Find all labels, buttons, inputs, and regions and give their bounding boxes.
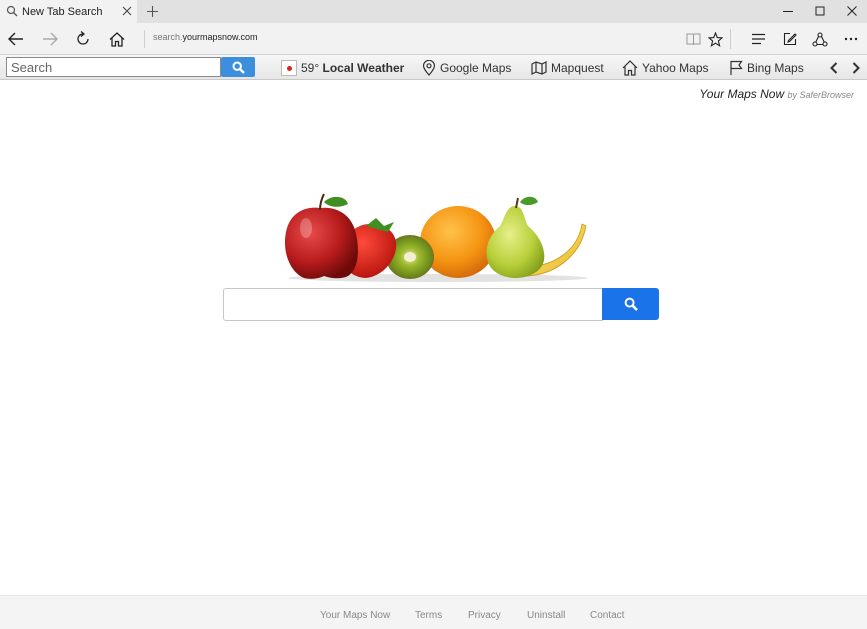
bing-maps-label: Bing Maps: [747, 61, 804, 75]
main-search-button[interactable]: [602, 288, 659, 320]
footer-link-your-maps-now[interactable]: Your Maps Now: [320, 610, 390, 621]
address-separator: [144, 30, 145, 48]
google-maps-link[interactable]: Google Maps: [422, 58, 511, 78]
back-icon[interactable]: [6, 29, 26, 49]
chevron-left-icon[interactable]: [827, 60, 841, 76]
refresh-icon[interactable]: [73, 29, 93, 49]
address-bar[interactable]: search.yourmapsnow.com: [153, 32, 258, 42]
share-icon[interactable]: [810, 29, 830, 49]
close-tab-icon[interactable]: [120, 4, 134, 18]
footer-link-privacy[interactable]: Privacy: [468, 610, 501, 621]
toolbar-search-input[interactable]: [6, 57, 221, 77]
more-icon[interactable]: [841, 29, 861, 49]
weather-label: Local Weather: [322, 61, 405, 75]
main-search-input[interactable]: [223, 288, 603, 321]
chevron-right-icon[interactable]: [849, 60, 863, 76]
toolbar-separator: [730, 29, 731, 49]
address-domain: yourmapsnow.com: [182, 32, 258, 42]
fruit-illustration: [284, 193, 588, 282]
house-icon: [622, 60, 638, 76]
navigation-bar: search.yourmapsnow.com: [0, 23, 867, 54]
tab-strip: New Tab Search: [0, 0, 867, 23]
weather-icon: [281, 60, 297, 76]
google-maps-label: Google Maps: [440, 61, 512, 75]
search-icon: [6, 5, 18, 17]
mapquest-label: Mapquest: [551, 61, 604, 75]
browser-tab[interactable]: New Tab Search: [0, 0, 137, 23]
yahoo-maps-link[interactable]: Yahoo Maps: [622, 58, 709, 78]
address-prefix: search.: [153, 32, 183, 42]
footer: Your Maps Now Terms Privacy Uninstall Co…: [0, 595, 867, 629]
weather-temp: 59°: [301, 61, 320, 75]
close-window-icon[interactable]: [844, 3, 860, 19]
new-tab-icon[interactable]: [144, 3, 160, 19]
tab-title: New Tab Search: [22, 6, 103, 18]
brand-by: by SaferBrowser: [787, 90, 854, 100]
footer-link-uninstall[interactable]: Uninstall: [527, 610, 565, 621]
flag-icon: [730, 60, 743, 75]
minimize-icon[interactable]: [780, 3, 796, 19]
web-note-icon[interactable]: [780, 29, 800, 49]
local-weather-link[interactable]: 59° Local Weather: [281, 58, 404, 78]
forward-icon[interactable]: [40, 29, 60, 49]
toolbar-search-button[interactable]: [221, 57, 255, 77]
brand-tagline: Your Maps Now by SaferBrowser: [699, 87, 854, 101]
hub-icon[interactable]: [748, 29, 768, 49]
footer-link-terms[interactable]: Terms: [415, 610, 442, 621]
reading-view-icon[interactable]: [683, 29, 703, 49]
home-icon[interactable]: [107, 29, 127, 49]
yahoo-maps-label: Yahoo Maps: [642, 61, 709, 75]
footer-link-contact[interactable]: Contact: [590, 610, 624, 621]
folded-map-icon: [531, 61, 547, 75]
brand-name: Your Maps Now: [699, 87, 785, 101]
extension-toolbar: 59° Local Weather Google Maps Mapquest Y…: [0, 54, 867, 80]
maximize-icon[interactable]: [812, 3, 828, 19]
map-pin-icon: [422, 60, 436, 76]
favorite-star-icon[interactable]: [705, 29, 725, 49]
mapquest-link[interactable]: Mapquest: [531, 58, 604, 78]
search-icon: [624, 297, 638, 311]
bing-maps-link[interactable]: Bing Maps: [729, 58, 804, 78]
